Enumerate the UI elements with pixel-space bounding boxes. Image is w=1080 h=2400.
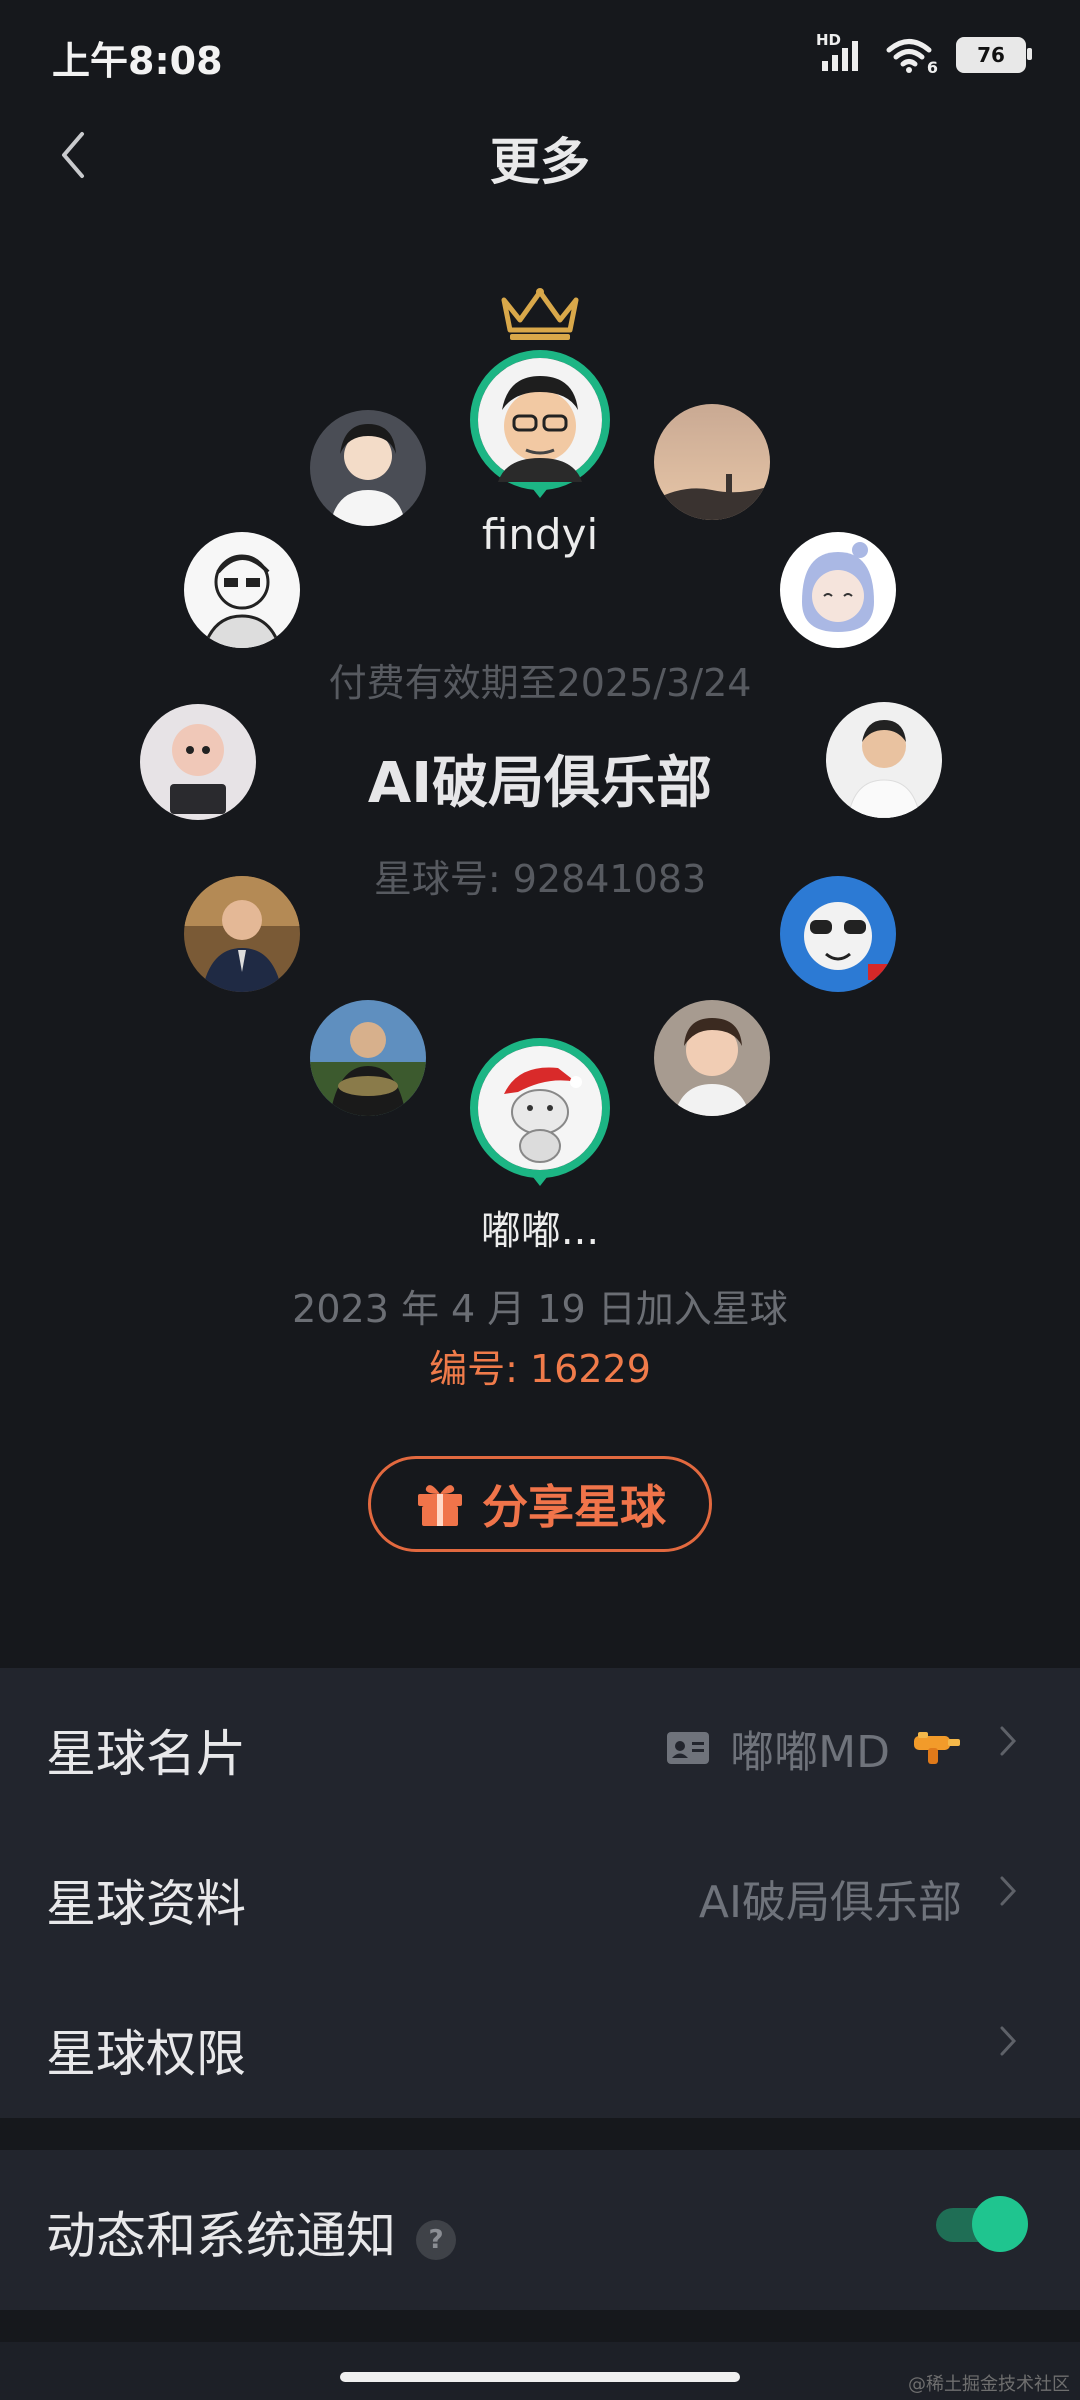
home-indicator[interactable] xyxy=(340,2372,740,2382)
chevron-right-icon xyxy=(1000,1876,1017,1906)
toggle-knob xyxy=(972,2196,1028,2252)
planet-permission-label: 星球权限 xyxy=(46,2025,246,2083)
page-title: 更多 xyxy=(490,133,590,191)
water-gun-icon xyxy=(914,1732,960,1764)
owner-pin xyxy=(529,484,551,498)
share-label: 分享星球 xyxy=(482,1480,666,1534)
my-pin xyxy=(529,1172,551,1186)
wifi-icon: 6 xyxy=(886,37,938,77)
planet-card-row[interactable]: 星球名片 嘟嘟MD xyxy=(0,1668,1080,1818)
paid-until-text: 付费有效期至2025/3/24 xyxy=(328,661,752,705)
share-planet-button[interactable]: 分享星球 xyxy=(368,1456,712,1552)
owner-name: findyi xyxy=(481,510,599,559)
help-icon[interactable]: ? xyxy=(416,2219,456,2260)
join-date: 2023 年 4 月 19 日加入星球 xyxy=(292,1287,788,1331)
hd-label: HD xyxy=(816,31,842,49)
my-name: 嘟嘟... xyxy=(480,1208,600,1254)
my-avatar[interactable] xyxy=(470,1038,610,1178)
notification-label-wrap: 动态和系统通知? xyxy=(46,2196,456,2268)
notification-toggle[interactable] xyxy=(936,2196,1028,2252)
battery-icon: 76 xyxy=(956,37,1032,73)
planet-card-value: 嘟嘟MD xyxy=(730,1727,890,1778)
member-avatar-3[interactable] xyxy=(184,532,300,648)
chevron-right-icon xyxy=(1000,2026,1017,2056)
status-bar: 上午8:08 HD 6 76 xyxy=(0,0,1080,110)
planet-permission-row[interactable]: 星球权限 xyxy=(0,1968,1080,2118)
member-avatar-2[interactable] xyxy=(654,404,770,520)
planet-info-label: 星球资料 xyxy=(46,1875,246,1933)
nav-bar: 更多 xyxy=(0,110,1080,200)
crown-icon xyxy=(501,288,579,340)
gift-icon xyxy=(418,1485,462,1526)
group-name: AI破局俱乐部 xyxy=(367,751,713,816)
status-icons: HD 6 76 xyxy=(816,31,1032,77)
watermark: @稀土掘金技术社区 xyxy=(908,2374,1070,2395)
settings-section: 星球名片 嘟嘟MD 星球资料 AI破局俱乐部 星球权限 xyxy=(0,1668,1080,2118)
planet-info-row[interactable]: 星球资料 AI破局俱乐部 xyxy=(0,1818,1080,1968)
planet-card-value-group: 嘟嘟MD xyxy=(666,1716,962,1780)
member-number: 编号: 16229 xyxy=(429,1347,651,1391)
owner-avatar[interactable] xyxy=(470,350,610,490)
wifi-standard: 6 xyxy=(926,58,938,77)
member-avatar-9[interactable] xyxy=(310,1000,426,1116)
chevron-right-icon xyxy=(1000,1726,1017,1756)
notification-section: 动态和系统通知? xyxy=(0,2150,1080,2310)
status-time: 上午8:08 xyxy=(52,39,223,83)
notification-row: 动态和系统通知? xyxy=(0,2150,1080,2300)
member-avatar-4[interactable] xyxy=(780,532,896,648)
notification-label: 动态和系统通知 xyxy=(46,2207,396,2265)
planet-info-value: AI破局俱乐部 xyxy=(698,1877,962,1928)
member-avatar-10[interactable] xyxy=(654,1000,770,1116)
id-card-icon xyxy=(667,1732,710,1764)
planet-card-label: 星球名片 xyxy=(46,1725,246,1783)
planet-number: 星球号: 92841083 xyxy=(373,857,707,901)
signal-icon: HD xyxy=(816,31,868,73)
member-avatar-1[interactable] xyxy=(310,410,426,526)
